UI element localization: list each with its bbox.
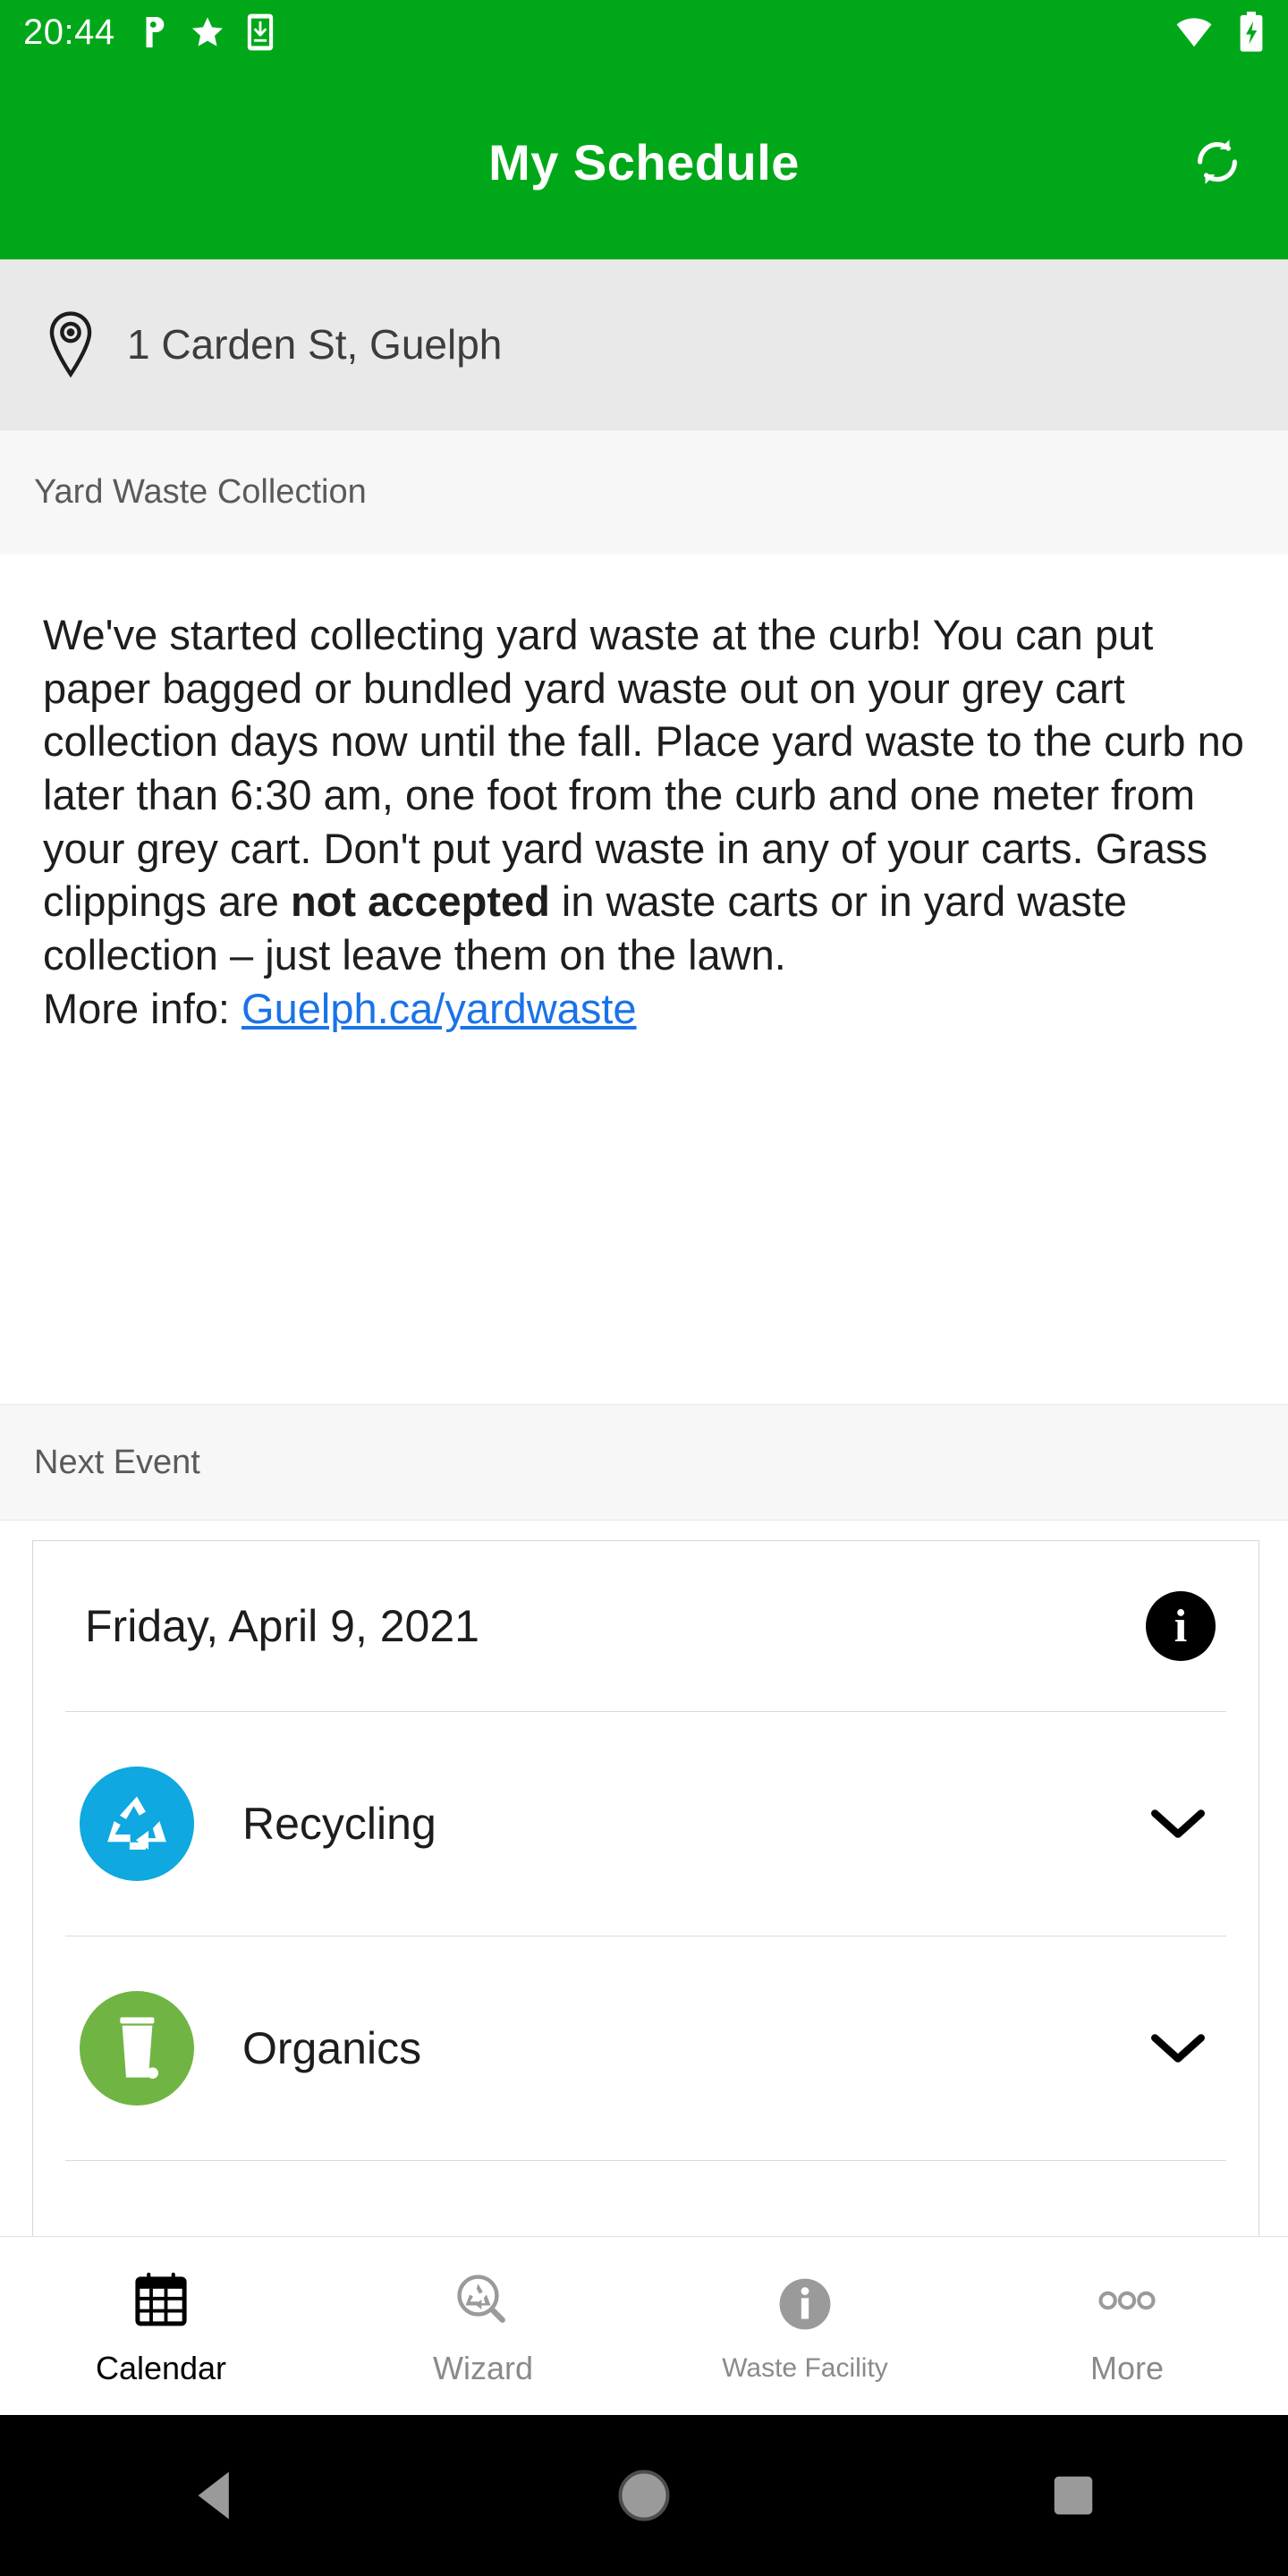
status-bar-left: 20:44 — [23, 13, 275, 52]
battery-charging-icon — [1240, 12, 1263, 52]
status-bar: 20:44 — [0, 0, 1288, 64]
more-dots-icon — [1098, 2291, 1156, 2309]
collection-row-recycling[interactable]: Recycling — [33, 1712, 1258, 1936]
expand-recycling-button[interactable] — [1140, 1786, 1216, 1861]
expand-organics-button[interactable] — [1140, 2011, 1216, 2086]
next-event-card: Friday, April 9, 2021 i Recycling Organi… — [32, 1540, 1259, 2236]
event-date-row: Friday, April 9, 2021 i — [33, 1541, 1258, 1711]
nav-item-waste-facility[interactable]: Waste Facility — [644, 2237, 966, 2415]
nav-item-calendar[interactable]: Calendar — [0, 2237, 322, 2415]
address-text: 1 Carden St, Guelph — [127, 321, 503, 368]
chevron-down-icon — [1151, 2034, 1205, 2063]
android-home-button[interactable] — [429, 2469, 859, 2522]
notice-paragraph: We've started collecting yard waste at t… — [43, 608, 1249, 1036]
section-label-yard-waste: Yard Waste Collection — [0, 429, 1288, 555]
more-info-label: More info: — [43, 984, 242, 1032]
waste-wizard-icon — [457, 2274, 505, 2323]
organics-badge — [80, 1991, 194, 2106]
info-circle-icon — [779, 2278, 831, 2329]
nav-item-more[interactable]: More — [966, 2237, 1288, 2415]
notice-body: We've started collecting yard waste at t… — [0, 555, 1288, 1404]
refresh-button[interactable] — [1179, 123, 1256, 200]
event-info-button[interactable]: i — [1146, 1591, 1216, 1661]
nav-label-wizard: Wizard — [432, 2349, 533, 2386]
status-bar-right — [1174, 12, 1265, 53]
refresh-icon — [1198, 140, 1237, 184]
info-icon: i — [1174, 1600, 1188, 1652]
nav-label-calendar: Calendar — [95, 2349, 227, 2386]
nav-label-more: More — [1089, 2349, 1165, 2386]
collection-row-organics[interactable]: Organics — [33, 1936, 1258, 2160]
android-system-nav — [0, 2415, 1288, 2576]
back-triangle-icon — [198, 2471, 229, 2520]
status-bar-notification-icons — [139, 13, 275, 52]
waste-facility-icon-box — [777, 2269, 833, 2339]
bottom-navigation: Calendar Wizard Waste Facility More — [0, 2236, 1288, 2415]
pandora-icon — [146, 17, 164, 47]
notice-bold-text: not accepted — [290, 877, 550, 926]
app-bar: My Schedule — [0, 64, 1288, 259]
nav-label-waste-facility: Waste Facility — [722, 2352, 888, 2383]
yardwaste-link[interactable]: Guelph.ca/yardwaste — [242, 985, 637, 1032]
calendar-icon-box — [131, 2266, 191, 2335]
wifi-icon — [1176, 18, 1212, 47]
collection-name-organics: Organics — [242, 2023, 422, 2073]
android-recents-button[interactable] — [859, 2473, 1288, 2518]
chevron-down-icon — [1151, 1809, 1205, 1838]
page-title: My Schedule — [488, 133, 800, 191]
event-date: Friday, April 9, 2021 — [85, 1601, 479, 1651]
android-back-button[interactable] — [0, 2470, 429, 2521]
recycling-badge — [80, 1767, 194, 1881]
status-bar-clock: 20:44 — [23, 13, 115, 52]
recents-square-icon — [1054, 2476, 1093, 2515]
star-icon — [191, 17, 223, 47]
home-circle-icon — [618, 2470, 670, 2521]
phone-download-icon — [247, 13, 273, 51]
organics-cart-icon — [120, 2017, 158, 2079]
calendar-icon — [135, 2272, 187, 2326]
wizard-icon-box — [453, 2266, 513, 2335]
location-pin-icon — [49, 311, 92, 378]
nav-item-wizard[interactable]: Wizard — [322, 2237, 644, 2415]
collection-name-recycling: Recycling — [242, 1799, 436, 1849]
card-divider — [65, 2160, 1226, 2161]
section-label-next-event: Next Event — [0, 1404, 1288, 1521]
address-bar[interactable]: 1 Carden St, Guelph — [0, 259, 1288, 429]
recycling-icon — [107, 1796, 166, 1850]
app-root: 20:44 My Schedule 1 Carden St, Guelph Ya… — [0, 0, 1288, 2576]
more-icon-box — [1097, 2266, 1157, 2335]
